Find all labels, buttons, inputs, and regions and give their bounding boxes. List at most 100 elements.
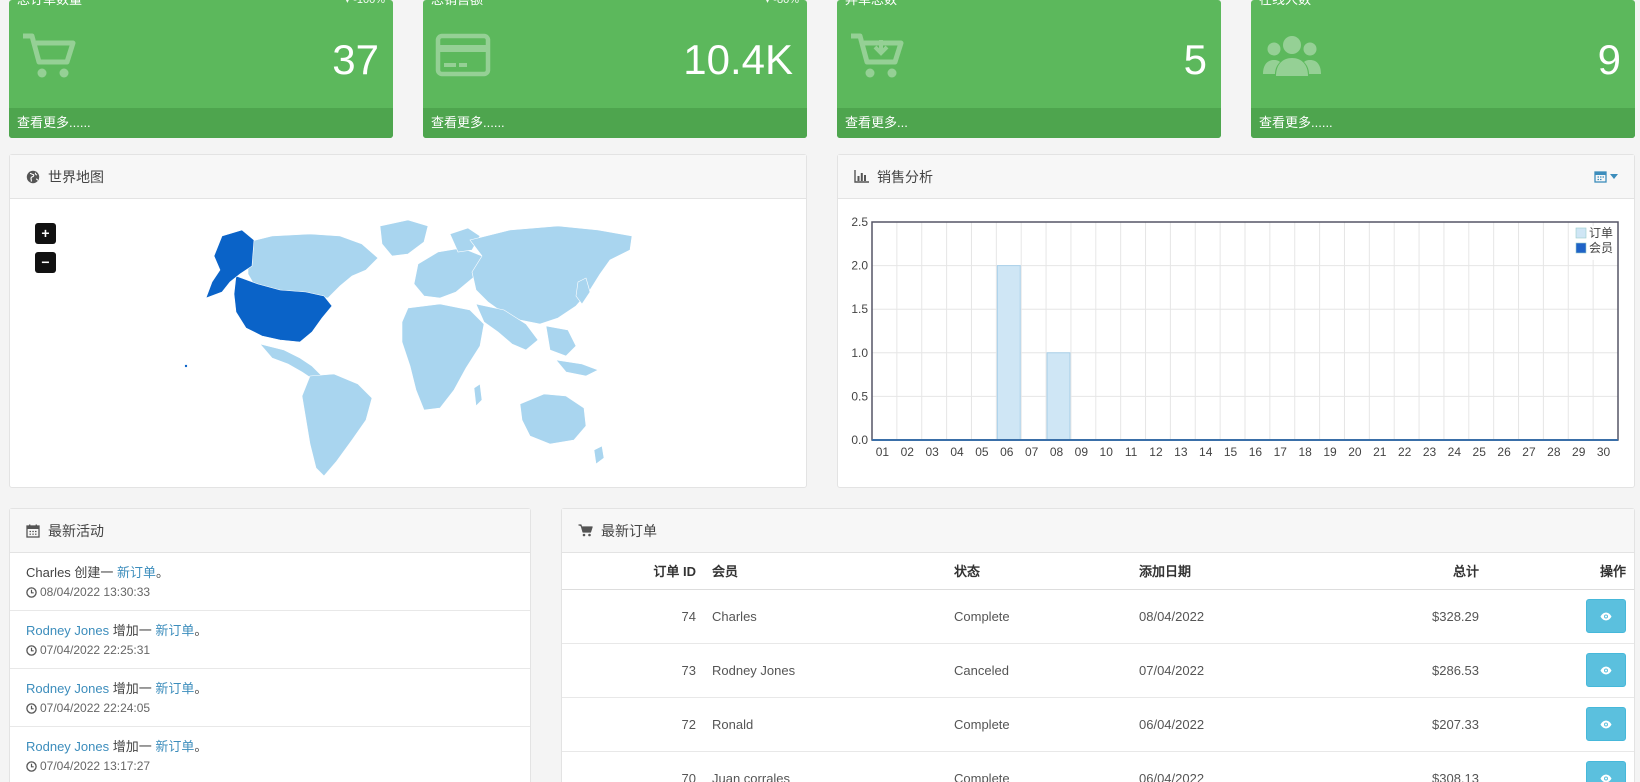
order-id: 73 — [562, 643, 704, 698]
order-date: 06/04/2022 — [1131, 697, 1331, 752]
col-order-id[interactable]: 订单 ID — [562, 553, 704, 590]
activity-end: 。 — [156, 565, 170, 580]
x-tick-label: 06 — [1000, 445, 1014, 459]
activity-time: 07/04/2022 22:25:31 — [40, 643, 151, 657]
users-icon — [1263, 32, 1321, 83]
clock-icon — [26, 702, 40, 714]
x-tick-label: 17 — [1274, 445, 1288, 459]
cart-download-icon — [849, 32, 905, 83]
activity-time: 08/04/2022 13:30:33 — [40, 585, 151, 599]
chart-range-dropdown[interactable] — [1594, 170, 1618, 183]
y-tick-label: 2.0 — [851, 259, 868, 273]
view-order-button[interactable] — [1586, 707, 1626, 741]
activity-user-link[interactable]: Rodney Jones — [26, 681, 109, 696]
x-tick-label: 29 — [1572, 445, 1586, 459]
y-tick-label: 0.0 — [851, 433, 868, 447]
order-member: Ronald — [704, 697, 946, 752]
panel-title: 世界地图 — [48, 168, 104, 185]
tile-total-orders: 总订单数量 ▾ -100% 37 查看更多...... — [9, 0, 393, 138]
activity-order-link[interactable]: 新订单 — [155, 681, 194, 696]
eye-icon — [1600, 666, 1612, 675]
view-order-button[interactable] — [1586, 653, 1626, 687]
tile-more-link[interactable]: 查看更多... — [837, 108, 1221, 138]
order-id: 72 — [562, 697, 704, 752]
col-member[interactable]: 会员 — [704, 553, 946, 590]
eye-icon — [1600, 720, 1612, 729]
activity-order-link[interactable]: 新订单 — [155, 739, 194, 754]
panel-title: 销售分析 — [877, 168, 933, 185]
panel-title: 最新订单 — [601, 522, 657, 539]
list-item: Rodney Jones 增加一 新订单。 07/04/2022 13:17:27 — [10, 727, 530, 782]
legend-swatch — [1575, 227, 1587, 239]
legend-label: 订单 — [1589, 226, 1613, 240]
x-tick-label: 21 — [1373, 445, 1387, 459]
tile-title: 在线人数 — [1259, 0, 1311, 14]
globe-icon — [26, 170, 40, 184]
eye-icon — [1600, 612, 1612, 621]
eye-icon — [1600, 774, 1612, 782]
latest-orders-panel: 最新订单 订单 ID 会员 状态 添加日期 总计 操作 74 Charles Com… — [561, 508, 1635, 782]
activity-user-link[interactable]: Rodney Jones — [26, 739, 109, 754]
x-tick-label: 04 — [950, 445, 964, 459]
x-tick-label: 01 — [876, 445, 890, 459]
bar-订单-08 — [1046, 352, 1071, 441]
sales-chart: 0.0 0.5 1.0 1.5 2.0 2.5 01 02 03 04 05 06 07 08 09 10 11… — [851, 215, 1619, 459]
tile-more-link[interactable]: 查看更多...... — [9, 108, 393, 138]
activity-order-link[interactable]: 新订单 — [155, 623, 194, 638]
clock-icon — [26, 644, 40, 656]
view-order-button[interactable] — [1586, 599, 1626, 633]
activity-verb: 创建一 — [70, 565, 118, 580]
shopping-cart-icon — [578, 524, 593, 537]
activity-list: Charles 创建一 新订单。 08/04/2022 13:30:33 Rodne… — [10, 553, 530, 782]
latest-activity-panel: 最新活动 Charles 创建一 新订单。 08/04/2022 13:30:33… — [9, 508, 531, 782]
y-tick-label: 2.5 — [851, 215, 868, 229]
tile-more-link[interactable]: 查看更多...... — [1251, 108, 1635, 138]
x-tick-label: 16 — [1249, 445, 1263, 459]
clock-icon — [26, 586, 40, 598]
col-total[interactable]: 总计 — [1331, 553, 1487, 590]
y-tick-label: 0.5 — [851, 389, 868, 403]
x-tick-label: 13 — [1174, 445, 1188, 459]
activity-user: Charles — [26, 565, 71, 580]
order-member: Rodney Jones — [704, 643, 946, 698]
x-tick-label: 28 — [1547, 445, 1561, 459]
world-map[interactable]: + − — [10, 200, 806, 488]
x-tick-label: 09 — [1075, 445, 1089, 459]
order-total: $328.29 — [1331, 589, 1487, 644]
x-tick-label: 20 — [1348, 445, 1362, 459]
view-order-button[interactable] — [1586, 761, 1626, 782]
tile-title: 弃单总数 — [845, 0, 897, 14]
x-tick-label: 30 — [1597, 445, 1611, 459]
y-tick-label: 1.5 — [851, 302, 868, 316]
table-header-row: 订单 ID 会员 状态 添加日期 总计 操作 — [562, 553, 1634, 590]
tile-change: ▾ -100% — [344, 0, 385, 6]
order-id: 70 — [562, 751, 704, 782]
panel-title: 最新活动 — [48, 522, 104, 539]
activity-time: 07/04/2022 22:24:05 — [40, 701, 151, 715]
x-tick-label: 23 — [1423, 445, 1437, 459]
x-tick-label: 07 — [1025, 445, 1039, 459]
tile-abandoned-orders: 弃单总数 5 查看更多... — [837, 0, 1221, 138]
order-total: $308.13 — [1331, 751, 1487, 782]
col-date[interactable]: 添加日期 — [1131, 553, 1331, 590]
activity-end: 。 — [194, 739, 208, 754]
order-member: Charles — [704, 589, 946, 644]
order-member: Juan corrales — [704, 751, 946, 782]
order-date: 07/04/2022 — [1131, 643, 1331, 698]
x-tick-label: 24 — [1448, 445, 1462, 459]
clock-icon — [26, 760, 40, 772]
x-tick-label: 22 — [1398, 445, 1412, 459]
x-tick-label: 11 — [1125, 445, 1138, 459]
x-tick-label: 05 — [975, 445, 989, 459]
tile-change: ▾ -80% — [764, 0, 799, 6]
activity-order-link[interactable]: 新订单 — [117, 565, 156, 580]
tile-title: 总销售额 — [431, 0, 483, 14]
table-row: 72 Ronald Complete 06/04/2022 $207.33 — [562, 697, 1634, 752]
tile-more-link[interactable]: 查看更多...... — [423, 108, 807, 138]
col-status[interactable]: 状态 — [946, 553, 1131, 590]
activity-time: 07/04/2022 13:17:27 — [40, 759, 151, 773]
x-tick-label: 10 — [1100, 445, 1114, 459]
activity-user-link[interactable]: Rodney Jones — [26, 623, 109, 638]
activity-verb: 增加一 — [109, 623, 156, 638]
x-tick-label: 19 — [1323, 445, 1337, 459]
